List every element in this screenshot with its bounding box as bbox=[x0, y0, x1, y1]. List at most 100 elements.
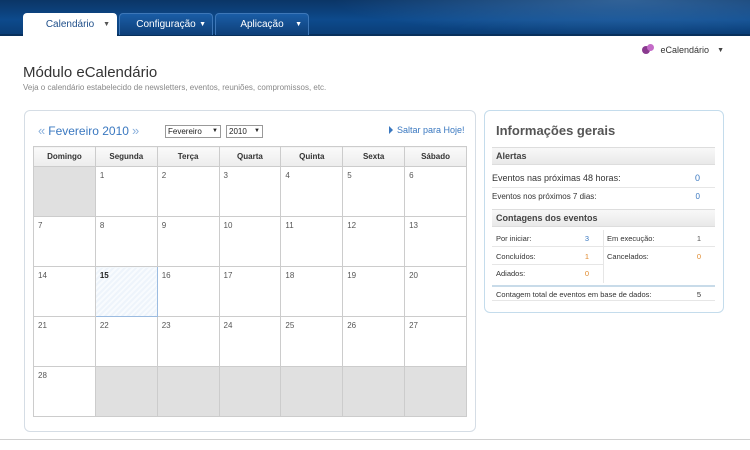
count-concluidos-value: 1 bbox=[584, 252, 589, 261]
alert-7d-row[interactable]: Eventos nos próximos 7 dias: 0 bbox=[492, 192, 715, 201]
jump-to-today-label: Saltar para Hoje! bbox=[397, 125, 465, 135]
footer-divider bbox=[0, 439, 750, 440]
total-events-label: Contagem total de eventos em base de dad… bbox=[496, 290, 652, 299]
calendar-empty-cell bbox=[342, 366, 406, 417]
tab-calendario[interactable]: Calendário ▼ bbox=[23, 13, 117, 36]
calendar-day-cell[interactable]: 3 bbox=[218, 166, 282, 217]
count-concluidos-label: Concluídos: bbox=[496, 252, 536, 261]
next-month-icon[interactable]: » bbox=[132, 123, 139, 138]
calendar-day-cell[interactable]: 13 bbox=[404, 216, 467, 267]
jump-to-today-link[interactable]: Saltar para Hoje! bbox=[389, 125, 465, 135]
calendar-week-row: 7 8 9 10 11 12 13 bbox=[33, 216, 467, 267]
count-em-execucao-label: Em execução: bbox=[607, 234, 655, 243]
app-logo-icon bbox=[641, 43, 655, 57]
calendar-day-cell[interactable]: 24 bbox=[218, 316, 282, 367]
total-events-row: Contagem total de eventos em base de dad… bbox=[492, 285, 715, 301]
alert-7d-value: 0 bbox=[695, 192, 700, 201]
count-em-execucao-value: 1 bbox=[696, 234, 701, 243]
calendar-day-cell[interactable]: 11 bbox=[280, 216, 344, 267]
calendar-day-cell[interactable]: 14 bbox=[33, 266, 96, 317]
weekday-header: Quinta bbox=[280, 146, 344, 167]
alert-7d-label: Eventos nos próximos 7 dias: bbox=[492, 192, 597, 201]
weekday-header: Segunda bbox=[94, 146, 158, 167]
calendar-day-cell[interactable]: 2 bbox=[156, 166, 220, 217]
count-adiados-value: 0 bbox=[584, 269, 589, 278]
calendar-empty-cell bbox=[280, 366, 344, 417]
count-concluidos: Concluídos: 1 bbox=[496, 252, 603, 261]
calendar-week-row: 14 15 16 17 18 19 20 bbox=[33, 266, 467, 317]
prev-month-icon[interactable]: « bbox=[38, 123, 45, 138]
calendar-week-row: 21 22 23 24 25 26 27 bbox=[33, 316, 467, 367]
chevron-down-icon[interactable]: ▼ bbox=[199, 14, 206, 36]
chevron-down-icon: ▼ bbox=[212, 128, 218, 134]
divider bbox=[492, 264, 603, 265]
weekday-header: Quarta bbox=[218, 146, 282, 167]
calendar-day-cell[interactable]: 5 bbox=[342, 166, 406, 217]
weekday-header: Sexta bbox=[342, 146, 406, 167]
count-cancelados-label: Cancelados: bbox=[607, 252, 649, 261]
calendar-day-cell[interactable]: 1 bbox=[94, 166, 158, 217]
calendar-day-cell[interactable]: 8 bbox=[94, 216, 158, 267]
page-subtitle: Veja o calendário estabelecido de newsle… bbox=[23, 83, 327, 92]
weekday-header-row: Domingo Segunda Terça Quarta Quinta Sext… bbox=[33, 146, 467, 167]
calendar-day-cell[interactable]: 9 bbox=[156, 216, 220, 267]
chevron-down-icon[interactable]: ▼ bbox=[295, 14, 302, 36]
calendar-day-cell[interactable]: 26 bbox=[342, 316, 406, 367]
year-select[interactable]: 2010 ▼ bbox=[226, 125, 263, 138]
calendar-day-cell[interactable]: 27 bbox=[404, 316, 467, 367]
count-por-iniciar-label: Por iniciar: bbox=[496, 234, 532, 243]
calendar-empty-cell bbox=[156, 366, 220, 417]
topbar-sheen bbox=[330, 0, 750, 36]
app-menu[interactable]: eCalendário ▼ bbox=[641, 43, 724, 57]
page-title: Módulo eCalendário bbox=[23, 64, 158, 81]
alert-48h-value: 0 bbox=[694, 173, 700, 183]
month-select-value: Fevereiro bbox=[168, 127, 202, 136]
count-em-execucao: Em execução: 1 bbox=[607, 234, 715, 243]
calendar-day-cell[interactable]: 18 bbox=[280, 266, 344, 317]
alert-48h-row[interactable]: Eventos nas próximas 48 horas: 0 bbox=[492, 173, 715, 183]
count-cancelados: Cancelados: 0 bbox=[607, 252, 715, 261]
tab-aplicacao-label: Aplicação bbox=[240, 19, 284, 30]
calendar-empty-cell bbox=[33, 166, 96, 217]
calendar-day-cell[interactable]: 21 bbox=[33, 316, 96, 367]
tab-calendario-label: Calendário bbox=[45, 19, 95, 30]
alerts-section-header: Alertas bbox=[492, 147, 715, 165]
calendar-day-cell[interactable]: 12 bbox=[342, 216, 406, 267]
chevron-down-icon: ▼ bbox=[254, 128, 260, 134]
alert-48h-label: Eventos nas próximas 48 horas: bbox=[492, 173, 621, 183]
calendar-day-cell[interactable]: 23 bbox=[156, 316, 220, 367]
tab-configuracao[interactable]: Configuração ▼ bbox=[119, 13, 213, 35]
month-select[interactable]: Fevereiro ▼ bbox=[165, 125, 221, 138]
calendar-day-cell[interactable]: 17 bbox=[218, 266, 282, 317]
calendar-day-cell[interactable]: 7 bbox=[33, 216, 96, 267]
count-adiados-label: Adiados: bbox=[496, 269, 526, 278]
info-panel-title: Informações gerais bbox=[496, 123, 616, 138]
calendar-day-cell[interactable]: 19 bbox=[342, 266, 406, 317]
weekday-header: Terça bbox=[156, 146, 220, 167]
calendar-day-cell[interactable]: 16 bbox=[156, 266, 220, 317]
calendar-day-cell[interactable]: 22 bbox=[94, 316, 158, 367]
calendar-empty-cell bbox=[404, 366, 467, 417]
calendar-empty-cell bbox=[94, 366, 158, 417]
calendar-week-row: 28 bbox=[33, 366, 467, 417]
calendar-today-cell[interactable]: 15 bbox=[94, 266, 158, 317]
chevron-down-icon[interactable]: ▼ bbox=[717, 47, 724, 54]
count-por-iniciar: Por iniciar: 3 bbox=[496, 234, 603, 243]
calendar-day-cell[interactable]: 4 bbox=[280, 166, 344, 217]
calendar-day-cell[interactable]: 28 bbox=[33, 366, 96, 417]
column-divider bbox=[603, 230, 604, 283]
calendar-day-cell[interactable]: 25 bbox=[280, 316, 344, 367]
count-adiados: Adiados: 0 bbox=[496, 269, 603, 278]
month-navigation: « Fevereiro 2010 » bbox=[38, 123, 139, 138]
calendar-day-cell[interactable]: 6 bbox=[404, 166, 467, 217]
calendar-day-cell[interactable]: 10 bbox=[218, 216, 282, 267]
tab-aplicacao[interactable]: Aplicação ▼ bbox=[215, 13, 309, 35]
divider bbox=[492, 187, 715, 188]
app-menu-label: eCalendário bbox=[660, 45, 710, 55]
year-select-value: 2010 bbox=[229, 127, 247, 136]
total-events-value: 5 bbox=[696, 290, 701, 299]
weekday-header: Domingo bbox=[33, 146, 96, 167]
chevron-down-icon[interactable]: ▼ bbox=[103, 14, 110, 36]
calendar-empty-cell bbox=[218, 366, 282, 417]
calendar-day-cell[interactable]: 20 bbox=[404, 266, 467, 317]
